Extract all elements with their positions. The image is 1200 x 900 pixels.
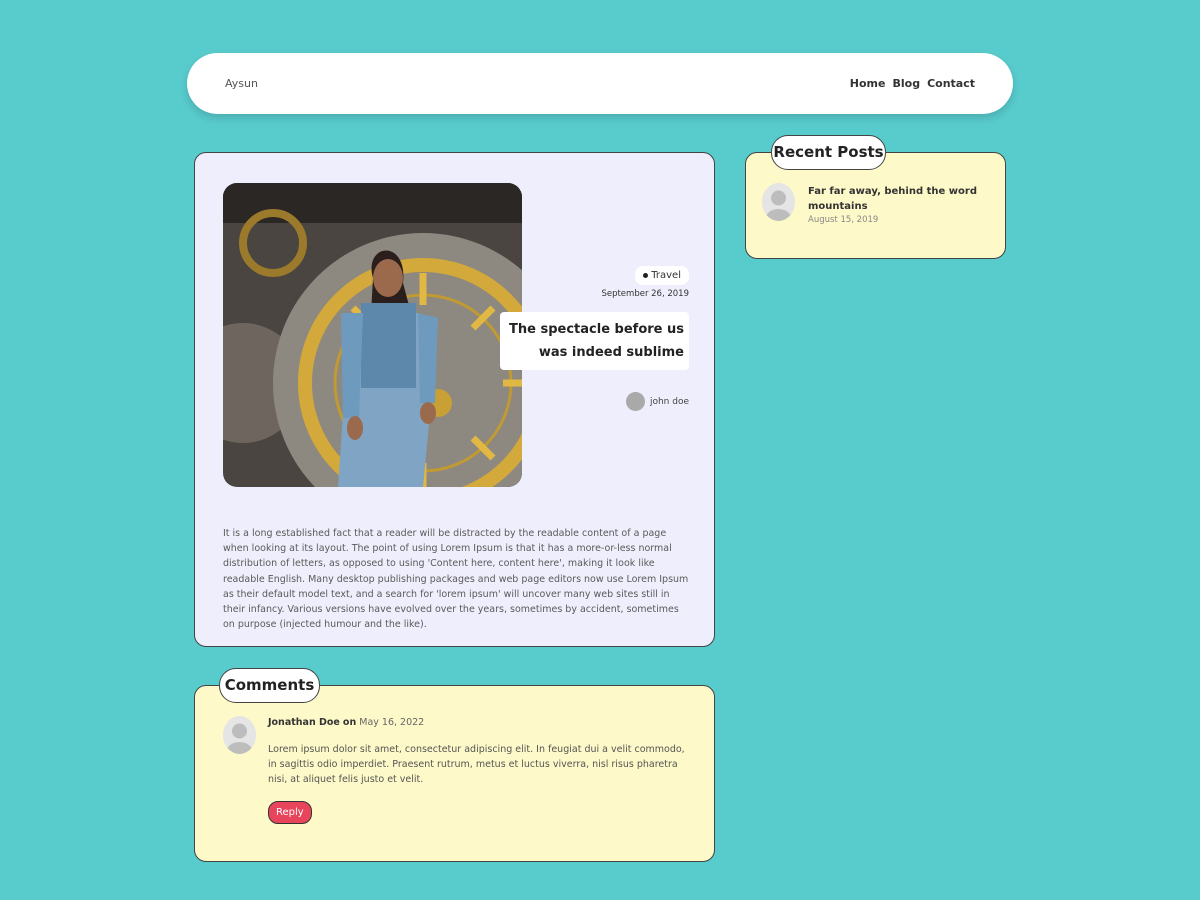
recent-post-date: August 15, 2019 xyxy=(808,215,879,225)
post-author[interactable]: john doe xyxy=(499,392,689,411)
nav-link-home[interactable]: Home xyxy=(850,77,886,90)
nav-link-blog[interactable]: Blog xyxy=(892,77,920,90)
comments-card: Jonathan Doe on May 16, 2022 Lorem ipsum… xyxy=(194,685,715,862)
recent-post-item[interactable]: Far far away, behind the word mountains … xyxy=(808,184,988,225)
comment-date: May 16, 2022 xyxy=(359,717,425,728)
post-meta: Travel September 26, 2019 The spectacle … xyxy=(499,263,689,411)
user-icon xyxy=(223,716,256,754)
post-title-line-1: The spectacle before us xyxy=(509,322,684,337)
nav-link-contact[interactable]: Contact xyxy=(927,77,975,90)
top-navbar: Aysun Home Blog Contact xyxy=(187,53,1013,114)
user-icon xyxy=(762,183,795,221)
post-title[interactable]: The spectacle before us was indeed subli… xyxy=(500,312,689,370)
comments-heading: Comments xyxy=(219,668,320,703)
comment-author: Jonathan Doe xyxy=(268,717,340,728)
post-featured-image xyxy=(223,183,522,487)
author-avatar xyxy=(625,392,645,411)
recent-post-avatar xyxy=(762,183,795,221)
reply-button[interactable]: Reply xyxy=(268,801,312,824)
post-title-line-2: was indeed sublime xyxy=(538,345,684,360)
category-label: Travel xyxy=(651,270,681,281)
comment-on-word: on xyxy=(342,717,357,728)
recent-post-title: Far far away, behind the word mountains xyxy=(808,186,977,212)
bullet-dot-icon xyxy=(643,272,649,278)
post-date: September 26, 2019 xyxy=(601,289,689,299)
category-tag[interactable]: Travel xyxy=(635,266,689,285)
brand-name[interactable]: Aysun xyxy=(225,77,258,90)
recent-posts-heading: Recent Posts xyxy=(771,135,886,170)
comment-text: Lorem ipsum dolor sit amet, consectetur … xyxy=(268,744,685,785)
post-card: Travel September 26, 2019 The spectacle … xyxy=(194,152,715,647)
comment-item: Jonathan Doe on May 16, 2022 Lorem ipsum… xyxy=(268,717,693,824)
comment-header: Jonathan Doe on May 16, 2022 xyxy=(268,717,693,728)
author-name: john doe xyxy=(649,396,689,407)
post-body: It is a long established fact that a rea… xyxy=(223,528,689,631)
comment-avatar xyxy=(223,716,256,754)
nav-links: Home Blog Contact xyxy=(850,77,975,90)
